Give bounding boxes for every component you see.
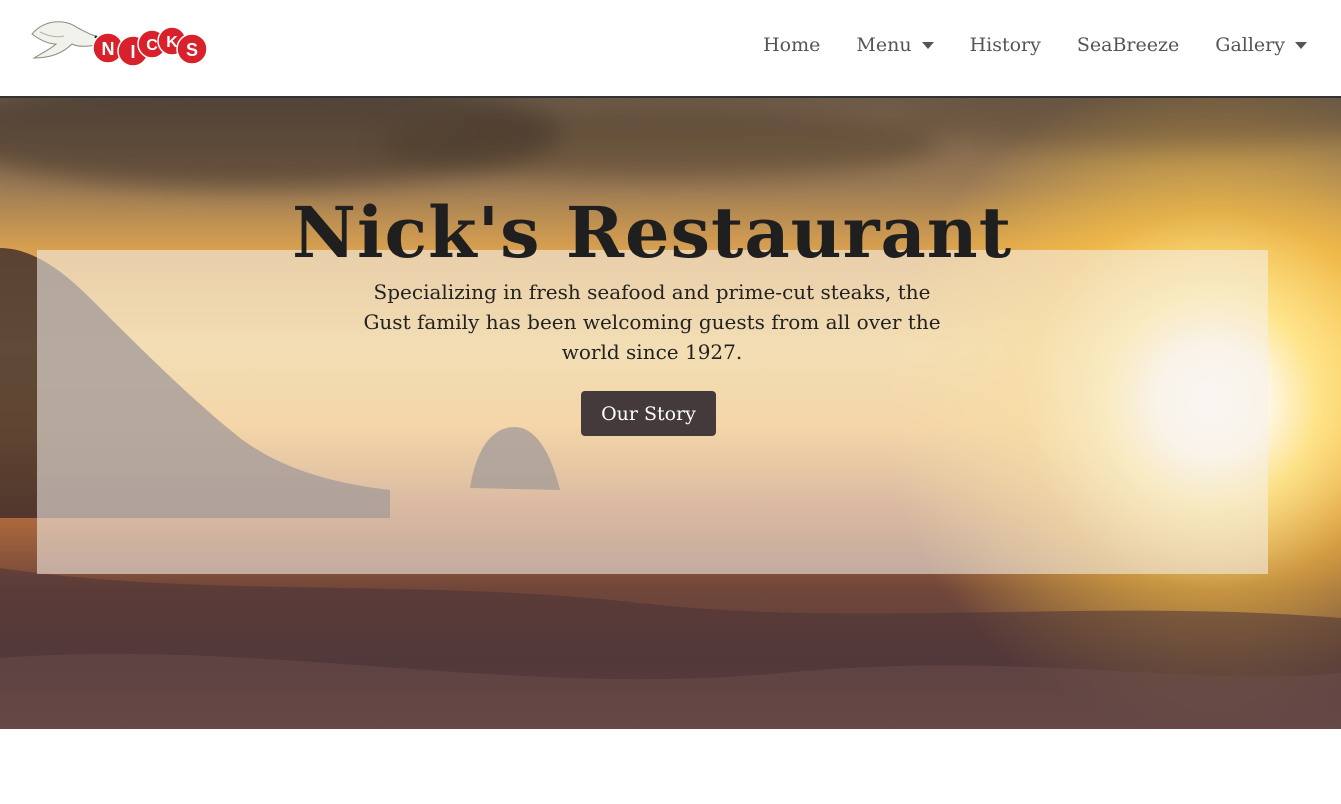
nav-item-home[interactable]: Home <box>763 34 820 56</box>
hero-subtitle: Specializing in fresh seafood and prime-… <box>363 280 941 364</box>
nicks-logo[interactable]: N I C K S <box>30 14 210 72</box>
nav-item-label: Home <box>763 34 821 56</box>
caret-down-icon <box>921 41 934 49</box>
our-story-button[interactable]: Our Story <box>581 391 716 436</box>
logo-letter: K <box>166 34 178 51</box>
logo-letter: S <box>186 40 198 60</box>
nav-item-menu[interactable]: Menu <box>856 34 934 56</box>
hero-title: Nick's Restaurant <box>291 191 1013 274</box>
nav-item-gallery[interactable]: Gallery <box>1215 34 1307 56</box>
nav-item-label: Gallery <box>1215 34 1285 56</box>
nav-item-seabreeze[interactable]: SeaBreeze <box>1077 34 1179 56</box>
nav-item-label: SeaBreeze <box>1076 34 1180 56</box>
caret-down-icon <box>1295 41 1307 49</box>
logo-letter: I <box>130 42 135 62</box>
logo-letter: C <box>146 37 158 54</box>
nav-item-history[interactable]: History <box>970 34 1041 56</box>
pelican-logo-icon: N I C K S <box>31 21 208 67</box>
logo-letter: N <box>102 39 115 59</box>
main-nav: Home Menu History SeaBreeze Gallery <box>763 30 1307 60</box>
nav-item-label: Menu <box>856 34 912 56</box>
nav-item-label: History <box>969 34 1041 56</box>
navbar: N I C K S Home Menu History SeaBreeze Ga… <box>0 0 1341 98</box>
